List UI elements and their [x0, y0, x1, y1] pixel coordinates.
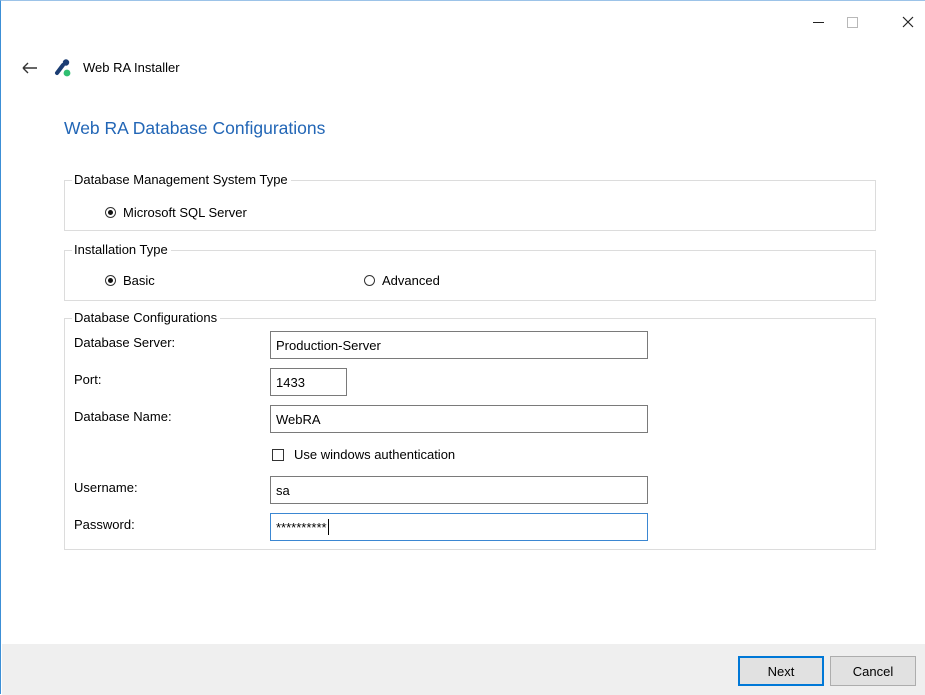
- back-button[interactable]: [20, 59, 40, 77]
- port-value: 1433: [276, 374, 305, 390]
- radio-mssql-label: Microsoft SQL Server: [123, 205, 247, 220]
- radio-basic[interactable]: Basic: [105, 273, 155, 288]
- database-name-input[interactable]: WebRA: [270, 405, 648, 433]
- radio-mssql[interactable]: Microsoft SQL Server: [105, 205, 247, 220]
- windows-auth-label: Use windows authentication: [294, 447, 456, 462]
- installer-window: Web RA Installer Web RA Database Configu…: [0, 0, 925, 695]
- radio-mssql-indicator: [105, 207, 116, 218]
- database-name-label: Database Name:: [74, 409, 172, 424]
- username-input[interactable]: sa: [270, 476, 648, 504]
- windows-auth-checkbox[interactable]: Use windows authentication: [272, 447, 455, 462]
- port-input[interactable]: 1433: [270, 368, 347, 396]
- database-server-input[interactable]: Production-Server: [270, 331, 648, 359]
- installation-type-legend: Installation Type: [72, 242, 171, 258]
- radio-basic-indicator: [105, 275, 116, 286]
- database-server-value: Production-Server: [276, 337, 381, 353]
- radio-advanced-indicator: [364, 275, 375, 286]
- radio-advanced[interactable]: Advanced: [364, 273, 440, 288]
- minimize-icon: [812, 21, 824, 23]
- next-button[interactable]: Next: [738, 656, 824, 686]
- app-title: Web RA Installer: [83, 60, 180, 75]
- radio-advanced-label: Advanced: [382, 273, 440, 288]
- password-input[interactable]: **********: [270, 513, 648, 541]
- windows-auth-checkbox-box: [272, 448, 284, 461]
- maximize-icon: [846, 16, 858, 28]
- close-button[interactable]: [893, 9, 923, 35]
- close-icon: [902, 16, 914, 28]
- web-ra-logo-icon: [55, 59, 71, 77]
- database-name-value: WebRA: [276, 411, 321, 427]
- database-config-legend: Database Configurations: [72, 310, 221, 326]
- username-label: Username:: [74, 480, 138, 495]
- back-arrow-icon: [22, 62, 37, 74]
- radio-basic-label: Basic: [123, 273, 155, 288]
- database-server-label: Database Server:: [74, 335, 176, 350]
- port-label: Port:: [74, 372, 102, 387]
- dbms-type-group: Database Management System Type Microsof…: [64, 172, 876, 231]
- password-label: Password:: [74, 517, 135, 532]
- maximize-button[interactable]: [837, 9, 867, 35]
- text-caret: [327, 519, 329, 535]
- dbms-type-legend: Database Management System Type: [72, 172, 291, 188]
- page-title: Web RA Database Configurations: [64, 118, 326, 138]
- username-value: sa: [276, 482, 290, 498]
- installation-type-group: Installation Type Basic Advanced: [64, 242, 876, 301]
- cancel-button[interactable]: Cancel: [830, 656, 916, 686]
- password-value: **********: [276, 519, 327, 535]
- minimize-button[interactable]: [803, 9, 833, 35]
